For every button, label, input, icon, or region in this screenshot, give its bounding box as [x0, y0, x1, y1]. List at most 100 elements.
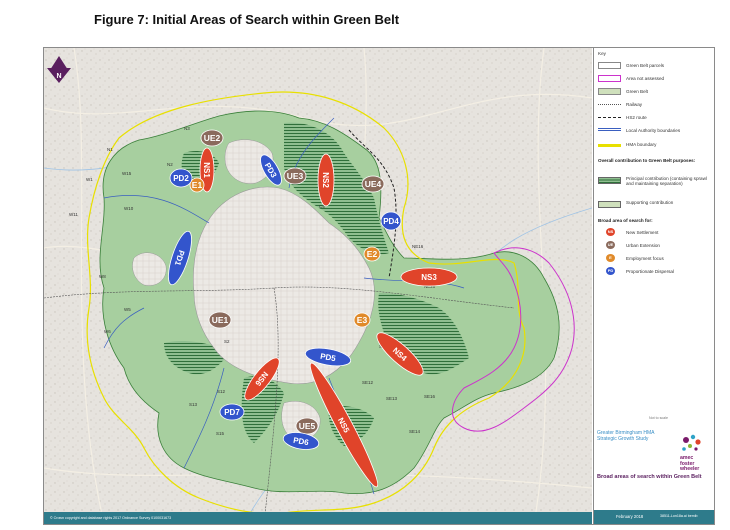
north-label: N	[56, 73, 61, 80]
parcel-label-se12: SE12	[362, 380, 374, 385]
parcel-label-w1: W1	[86, 177, 93, 182]
area-marker-label: PD4	[383, 217, 399, 226]
legend-item: HS2 route	[598, 113, 714, 122]
footer-bar: February 2018 38511-Lon18a.ai bemib	[594, 510, 714, 524]
legend-swatch	[598, 128, 621, 131]
parcel-label-n2: N2	[167, 162, 173, 167]
legend-item: Green Belt parcels	[598, 61, 714, 70]
parcel-label-se14: SE14	[409, 429, 421, 434]
area-marker-ns2[interactable]: NS2	[317, 153, 335, 207]
legend-label: Employment focus	[626, 256, 664, 261]
copyright-text: © Crown copyright and database rights 20…	[50, 516, 172, 520]
legend-label: HS2 route	[626, 115, 647, 120]
legend-swatch	[598, 144, 621, 147]
legend-label: Supporting contribution	[626, 200, 674, 205]
area-marker-ue1[interactable]: UE1	[208, 311, 232, 329]
parcel-label-ne16: NE16	[412, 244, 424, 249]
area-marker-label: E2	[367, 249, 378, 259]
area-marker-label: UE5	[299, 421, 316, 431]
legend-item: Local Authority boundaries	[598, 126, 714, 135]
parcel-label-s2: S2	[224, 339, 230, 344]
area-marker-label: PD2	[173, 174, 189, 183]
parcel-label-s12: S12	[217, 389, 226, 394]
parcel-label-w15: W15	[122, 171, 132, 176]
area-marker-ue3[interactable]: UE3	[283, 167, 307, 185]
copyright-bar: © Crown copyright and database rights 20…	[44, 512, 592, 524]
area-marker-ue4[interactable]: UE4	[361, 175, 385, 193]
legend-swatch	[598, 88, 621, 95]
legend-item: Green Belt	[598, 87, 714, 96]
legend-item: HMA boundary	[598, 140, 714, 149]
legend-header: Key	[598, 51, 606, 56]
legend-label: Urban Extension	[626, 243, 660, 248]
legend-label: Green Belt parcels	[626, 63, 665, 68]
area-marker-ue2[interactable]: UE2	[200, 129, 224, 147]
area-marker-label: E1	[192, 180, 203, 190]
legend-item: Railway	[598, 100, 714, 109]
area-marker-label: NS1	[202, 162, 211, 178]
area-marker-label: UE2	[204, 133, 221, 143]
legend-label: Railway	[626, 102, 643, 107]
area-marker-label: PD7	[224, 408, 240, 417]
legend-label: HMA boundary	[626, 142, 657, 147]
parcel-label-n3: N3	[184, 126, 190, 131]
legend-broad-item: E Employment focus	[598, 254, 714, 263]
footer-date: February 2018	[616, 514, 644, 519]
legend-swatch	[598, 62, 621, 69]
area-marker-ue5[interactable]: UE5	[295, 417, 319, 435]
figure-title: Figure 7: Initial Areas of Search within…	[94, 12, 400, 27]
area-marker-pd2[interactable]: PD2	[169, 168, 193, 188]
legend-swatch	[598, 177, 621, 184]
legend-label: Green Belt	[626, 89, 648, 94]
study-name: Greater Birmingham HMA Strategic Growth …	[597, 430, 655, 442]
area-marker-e2[interactable]: E2	[363, 246, 381, 262]
legend-broad-title: Broad area of search for:	[598, 218, 653, 223]
legend-swatch	[598, 201, 621, 208]
legend-label: Principal contribution (containing spraw…	[626, 176, 707, 187]
legend-broad-item: NS New Settlement	[598, 228, 714, 237]
legend-swatch	[598, 117, 621, 118]
scale-note: Not to scale	[649, 416, 668, 420]
parcel-label-w5: W5	[124, 307, 131, 312]
legend-label: Area not assessed	[626, 76, 665, 81]
legend-marker-icon: NS	[606, 228, 615, 236]
parcel-label-se13: SE13	[386, 396, 398, 401]
legend-marker-icon: PD	[606, 267, 615, 275]
area-marker-label: UE4	[365, 179, 382, 189]
legend-marker-icon: UE	[606, 241, 615, 249]
legend-marker-icon: E	[606, 254, 615, 262]
area-marker-label: UE1	[212, 315, 229, 325]
parcel-label-w6: W6	[104, 329, 111, 334]
legend-item: Area not assessed	[598, 74, 714, 83]
legend-broad-item: UE Urban Extension	[598, 241, 714, 250]
area-marker-label: NS3	[421, 273, 437, 282]
parcel-label-w11: W11	[69, 212, 78, 217]
area-marker-label: UE3	[287, 171, 304, 181]
map-subtitle: Broad areas of search within Green Belt	[597, 474, 702, 480]
legend-swatch	[598, 75, 621, 82]
map-legend: Key Green Belt parcels Area not assessed G…	[593, 48, 714, 524]
parcel-label-w10: W10	[124, 206, 134, 211]
area-marker-ns3[interactable]: NS3	[400, 267, 458, 287]
parcel-label-n1: N1	[107, 147, 113, 152]
map-frame: N N1N2N3W1W10W11W15W5W6W8NE8NE16NE20C4S2…	[43, 47, 715, 525]
legend-overall-item: Supporting contribution	[598, 200, 714, 218]
map-canvas[interactable]: N N1N2N3W1W10W11W15W5W6W8NE8NE16NE20C4S2…	[44, 48, 592, 524]
legend-label: New Settlement	[626, 230, 659, 235]
footer-reference: 38511-Lon18a.ai bemib	[660, 514, 698, 518]
parcel-label-w8: W8	[99, 274, 106, 279]
legend-label: Local Authority boundaries	[626, 128, 681, 133]
area-marker-label: E3	[357, 315, 368, 325]
legend-swatch	[598, 104, 621, 105]
area-marker-pd7[interactable]: PD7	[219, 403, 245, 421]
parcel-label-se16: SE16	[424, 394, 436, 399]
legend-label: Proportionate Dispersal	[626, 269, 675, 274]
logo-text: amec foster wheeler	[680, 455, 700, 472]
legend-overall-title: Overall contribution to Green Belt purpo…	[598, 158, 696, 163]
area-marker-pd4[interactable]: PD4	[380, 211, 402, 231]
legend-broad-item: PD Proportionate Dispersal	[598, 267, 714, 276]
parcel-label-s13: S13	[189, 402, 198, 407]
area-marker-e3[interactable]: E3	[353, 312, 371, 328]
legend-overall-item: Principal contribution (containing spraw…	[598, 176, 714, 194]
area-marker-label: NS2	[321, 172, 330, 188]
